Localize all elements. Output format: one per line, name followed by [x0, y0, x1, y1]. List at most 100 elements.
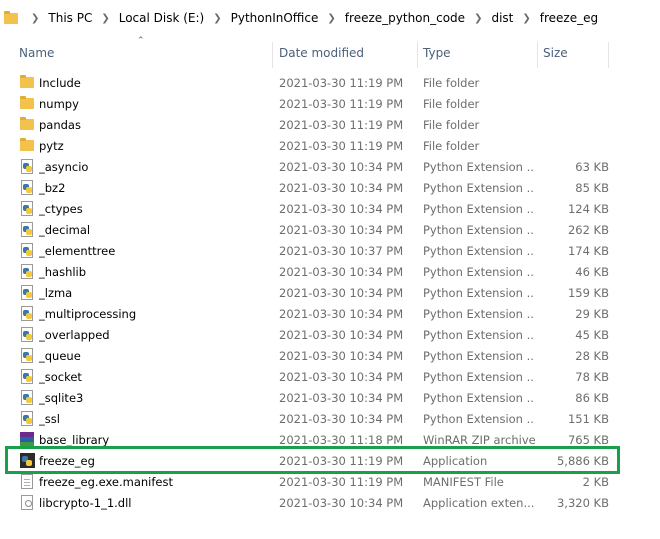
file-date-modified: 2021-03-30 11:19 PM: [279, 117, 404, 132]
winrar-zip-icon: [20, 432, 34, 447]
file-row[interactable]: _ssl 2021-03-30 10:34 PM Python Extension …: [0, 408, 660, 429]
file-row[interactable]: _overlapped 2021-03-30 10:34 PM Python Ext…: [0, 324, 660, 345]
file-row[interactable]: _asyncio 2021-03-30 10:34 PM Python Extens…: [0, 156, 660, 177]
breadcrumb-local-disk[interactable]: Local Disk (E:): [117, 11, 207, 25]
file-row[interactable]: _elementtree 2021-03-30 10:37 PM Python Ex…: [0, 240, 660, 261]
python-extension-icon: [21, 411, 33, 426]
file-row[interactable]: numpy 2021-03-30 11:19 PM File folder: [0, 93, 660, 114]
file-row[interactable]: _ctypes 2021-03-30 10:34 PM Python Extensi…: [0, 198, 660, 219]
file-type: File folder: [423, 117, 480, 132]
file-date-modified: 2021-03-30 11:19 PM: [279, 75, 404, 90]
file-row[interactable]: _multiprocessing 2021-03-30 10:34 PM Pytho…: [0, 303, 660, 324]
file-row[interactable]: _hashlib 2021-03-30 10:34 PM Python Extens…: [0, 261, 660, 282]
selection-highlight: [5, 446, 620, 474]
file-date-modified: 2021-03-30 10:34 PM: [279, 495, 404, 510]
file-date-modified: 2021-03-30 10:34 PM: [279, 222, 404, 237]
file-row[interactable]: _bz2 2021-03-30 10:34 PM Python Extension …: [0, 177, 660, 198]
file-icon-cell: [19, 114, 35, 135]
file-row[interactable]: _sqlite3 2021-03-30 10:34 PM Python Extens…: [0, 387, 660, 408]
manifest-file-icon: [21, 474, 33, 489]
file-name: libcrypto-1_1.dll: [39, 495, 132, 510]
file-size: 45 KB: [575, 327, 609, 342]
file-type: File folder: [423, 138, 480, 153]
chevron-right-icon[interactable]: ❯: [320, 13, 342, 24]
file-row[interactable]: _lzma 2021-03-30 10:34 PM Python Extension…: [0, 282, 660, 303]
dll-file-icon: [21, 495, 33, 510]
file-size: 78 KB: [575, 369, 609, 384]
file-date-modified: 2021-03-30 10:34 PM: [279, 411, 404, 426]
file-row[interactable]: _decimal 2021-03-30 10:34 PM Python Extens…: [0, 219, 660, 240]
column-header: ⌃ Name Date modified Type Size: [0, 36, 660, 70]
file-type: Python Extension ...: [423, 222, 535, 237]
breadcrumb-freeze-python-code[interactable]: freeze_python_code: [343, 11, 467, 25]
file-row[interactable]: Include 2021-03-30 11:19 PM File folder: [0, 72, 660, 93]
column-header-name[interactable]: Name: [19, 36, 269, 70]
folder-icon: [20, 75, 34, 88]
file-type: Python Extension ...: [423, 411, 535, 426]
file-date-modified: 2021-03-30 10:34 PM: [279, 264, 404, 279]
file-type: Python Extension ...: [423, 243, 535, 258]
python-extension-icon: [21, 390, 33, 405]
column-header-type[interactable]: Type: [423, 36, 535, 70]
breadcrumb-dist[interactable]: dist: [489, 11, 515, 25]
column-divider[interactable]: [272, 42, 273, 68]
chevron-right-icon[interactable]: ❯: [515, 13, 537, 24]
file-icon-cell: [19, 240, 35, 261]
file-size: 63 KB: [575, 159, 609, 174]
file-type: Python Extension ...: [423, 201, 535, 216]
file-name: _queue: [39, 348, 81, 363]
breadcrumb-this-pc[interactable]: This PC: [46, 11, 94, 25]
file-date-modified: 2021-03-30 11:19 PM: [279, 474, 404, 489]
chevron-right-icon[interactable]: ❯: [94, 13, 116, 24]
chevron-right-icon[interactable]: ❯: [467, 13, 489, 24]
file-type: File folder: [423, 75, 480, 90]
file-size: 124 KB: [567, 201, 609, 216]
file-name: _sqlite3: [39, 390, 84, 405]
file-name: _hashlib: [39, 264, 87, 279]
chevron-right-icon[interactable]: ❯: [24, 13, 46, 24]
file-date-modified: 2021-03-30 10:34 PM: [279, 348, 404, 363]
file-date-modified: 2021-03-30 10:34 PM: [279, 390, 404, 405]
file-row[interactable]: pytz 2021-03-30 11:19 PM File folder: [0, 135, 660, 156]
folder-icon: [20, 96, 34, 109]
file-name: _lzma: [39, 285, 73, 300]
file-icon-cell: [19, 492, 35, 513]
file-row[interactable]: libcrypto-1_1.dll 2021-03-30 10:34 PM Appl…: [0, 492, 660, 513]
file-size: 151 KB: [567, 411, 609, 426]
file-icon-cell: [19, 93, 35, 114]
column-header-size[interactable]: Size: [543, 36, 603, 70]
file-name: _elementtree: [39, 243, 116, 258]
file-icon-cell: [19, 408, 35, 429]
file-date-modified: 2021-03-30 10:34 PM: [279, 327, 404, 342]
file-date-modified: 2021-03-30 11:19 PM: [279, 138, 404, 153]
file-icon-cell: [19, 261, 35, 282]
breadcrumb-pythoninoffice[interactable]: PythonInOffice: [229, 11, 321, 25]
file-name: numpy: [39, 96, 79, 111]
file-date-modified: 2021-03-30 10:37 PM: [279, 243, 404, 258]
file-name: _ssl: [39, 411, 60, 426]
file-type: Python Extension ...: [423, 369, 535, 384]
file-row[interactable]: _queue 2021-03-30 10:34 PM Python Extensio…: [0, 345, 660, 366]
file-row[interactable]: pandas 2021-03-30 11:19 PM File folder: [0, 114, 660, 135]
file-type: Application exten...: [423, 495, 535, 510]
file-icon-cell: [19, 282, 35, 303]
column-divider[interactable]: [608, 42, 609, 68]
file-type: Python Extension ...: [423, 327, 535, 342]
folder-icon: [4, 10, 18, 24]
column-header-date-modified[interactable]: Date modified: [279, 36, 419, 70]
breadcrumb-freeze-eg[interactable]: freeze_eg: [538, 11, 600, 25]
python-extension-icon: [21, 201, 33, 216]
file-icon-cell: [19, 345, 35, 366]
file-row[interactable]: freeze_eg.exe.manifest 2021-03-30 11:19 P…: [0, 471, 660, 492]
file-name: Include: [39, 75, 81, 90]
column-divider[interactable]: [417, 42, 418, 68]
python-extension-icon: [21, 264, 33, 279]
column-divider[interactable]: [537, 42, 538, 68]
file-size: 86 KB: [575, 390, 609, 405]
file-name: _overlapped: [39, 327, 110, 342]
file-icon-cell: [19, 366, 35, 387]
file-type: Python Extension ...: [423, 348, 535, 363]
file-size: 2 KB: [582, 474, 609, 489]
chevron-right-icon[interactable]: ❯: [206, 13, 228, 24]
file-row[interactable]: _socket 2021-03-30 10:34 PM Python Extensi…: [0, 366, 660, 387]
